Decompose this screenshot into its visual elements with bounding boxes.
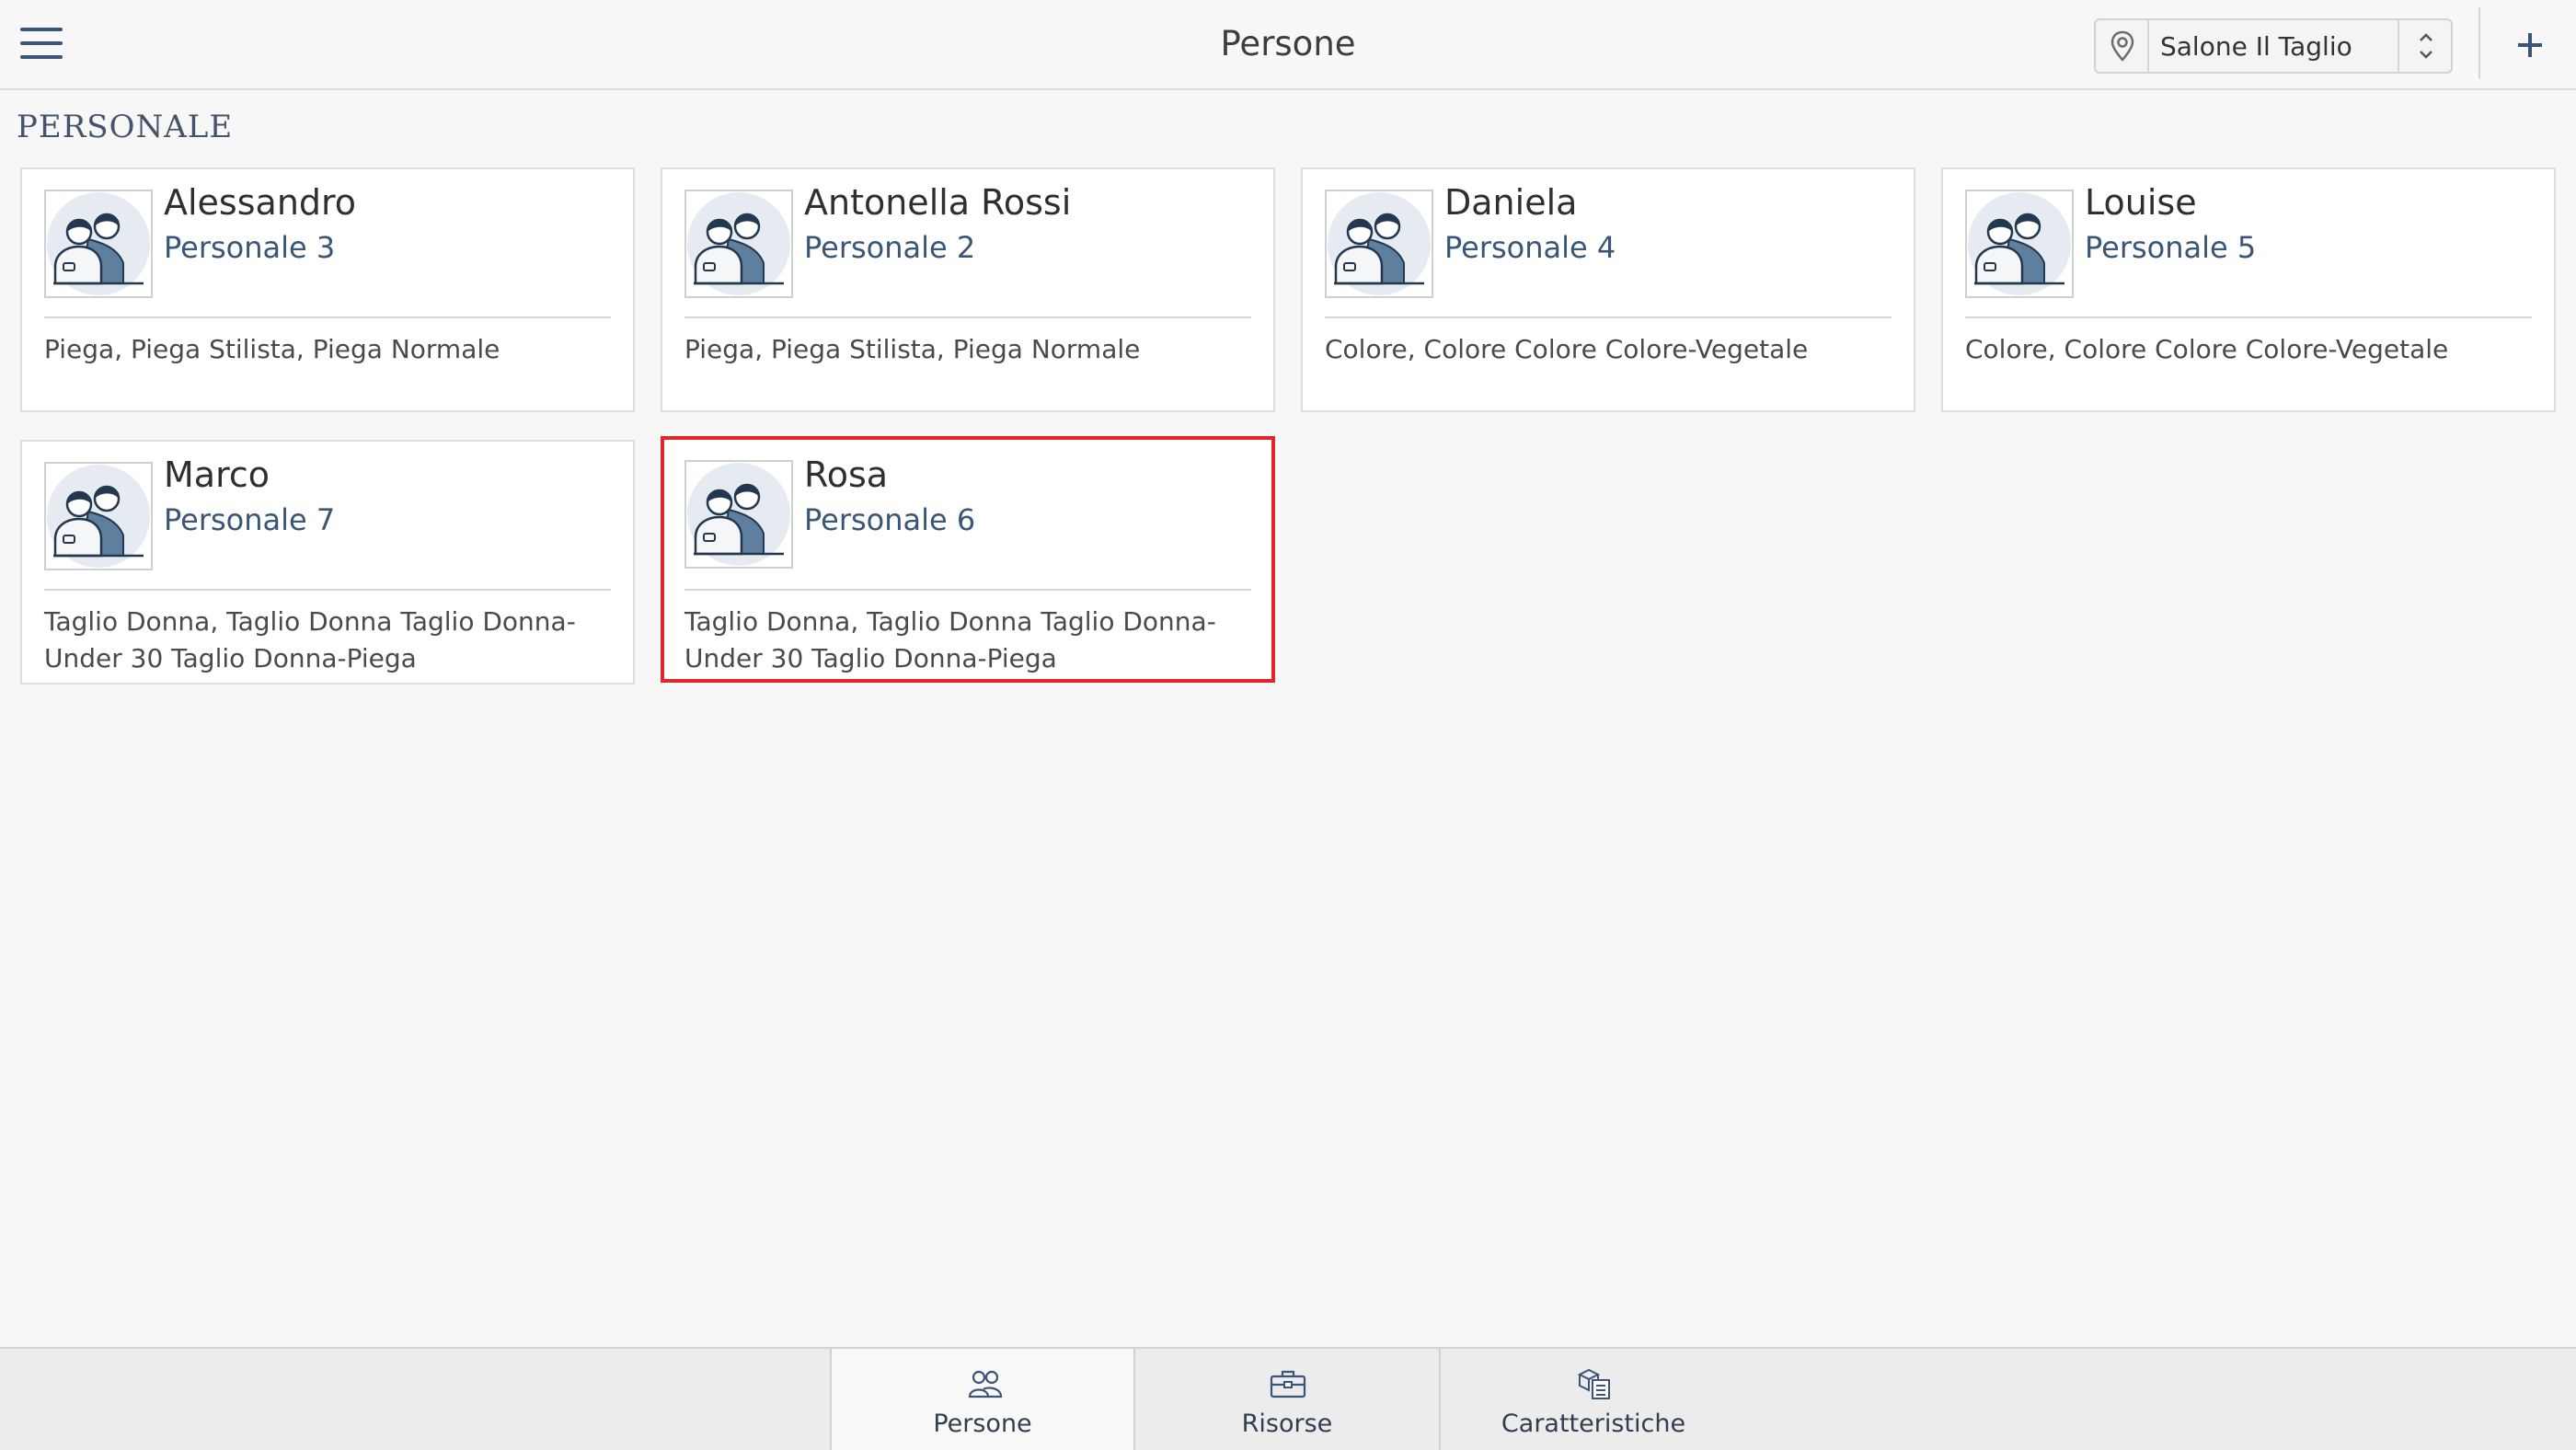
- staff-services: Colore, Colore Colore Colore-Vegetale: [1965, 334, 2449, 364]
- staff-services: Taglio Donna, Taglio Donna Taglio Donna-…: [44, 606, 576, 673]
- hamburger-menu-icon[interactable]: [20, 28, 63, 61]
- staff-services: Piega, Piega Stilista, Piega Normale: [684, 334, 1141, 364]
- toolbox-icon: [1268, 1365, 1308, 1402]
- staff-name: Alessandro: [164, 182, 357, 223]
- card-divider: [684, 316, 1251, 318]
- add-icon[interactable]: [2501, 18, 2559, 72]
- staff-card[interactable]: Alessandro Personale 3 Piega, Piega Stil…: [20, 167, 635, 412]
- staff-services: Colore, Colore Colore Colore-Vegetale: [1325, 334, 1809, 364]
- staff-card-selected[interactable]: Rosa Personale 6 Taglio Donna, Taglio Do…: [661, 436, 1275, 683]
- staff-avatar-icon: [44, 190, 153, 298]
- people-icon: [965, 1365, 1006, 1402]
- staff-services: Piega, Piega Stilista, Piega Normale: [44, 334, 500, 364]
- features-icon: [1574, 1365, 1615, 1402]
- card-divider: [1965, 316, 2532, 318]
- tab-caratteristiche[interactable]: Caratteristiche: [1439, 1349, 1746, 1450]
- staff-role: Personale 4: [1444, 230, 1616, 265]
- bottom-tab-bar: Persone Risorse Caratteristiche: [0, 1347, 2576, 1450]
- staff-avatar-icon: [684, 460, 793, 569]
- staff-avatar-icon: [1965, 190, 2074, 298]
- staff-card[interactable]: Marco Personale 7 Taglio Donna, Taglio D…: [20, 440, 635, 685]
- tab-label: Persone: [933, 1410, 1032, 1438]
- tab-risorse[interactable]: Risorse: [1133, 1349, 1439, 1450]
- staff-card[interactable]: Antonella Rossi Personale 2 Piega, Piega…: [661, 167, 1275, 412]
- location-select-value: Salone Il Taglio: [2160, 31, 2352, 62]
- top-bar: Persone Salone Il Taglio: [0, 0, 2576, 90]
- staff-avatar-icon: [44, 462, 153, 570]
- section-title: PERSONALE: [17, 109, 234, 145]
- card-divider: [44, 316, 611, 318]
- tab-label: Risorse: [1241, 1410, 1333, 1438]
- tab-label: Caratteristiche: [1501, 1410, 1686, 1438]
- card-divider: [44, 589, 611, 591]
- header-divider: [2478, 7, 2480, 79]
- staff-avatar-icon: [684, 190, 793, 298]
- staff-services: Taglio Donna, Taglio Donna Taglio Donna-…: [684, 606, 1216, 673]
- staff-name: Daniela: [1444, 182, 1578, 223]
- staff-role: Personale 5: [2085, 230, 2257, 265]
- staff-name: Louise: [2085, 182, 2197, 223]
- staff-card[interactable]: Daniela Personale 4 Colore, Colore Color…: [1301, 167, 1915, 412]
- staff-name: Antonella Rossi: [804, 182, 1072, 223]
- tab-persone[interactable]: Persone: [830, 1349, 1133, 1450]
- location-pin-icon: [2096, 20, 2149, 72]
- card-divider: [1325, 316, 1892, 318]
- staff-role: Personale 6: [804, 502, 976, 537]
- staff-name: Marco: [164, 455, 270, 495]
- staff-role: Personale 3: [164, 230, 336, 265]
- card-divider: [684, 589, 1251, 591]
- chevron-up-down-icon[interactable]: [2398, 20, 2451, 72]
- staff-role: Personale 7: [164, 502, 336, 537]
- staff-card[interactable]: Louise Personale 5 Colore, Colore Colore…: [1941, 167, 2556, 412]
- staff-role: Personale 2: [804, 230, 976, 265]
- staff-name: Rosa: [804, 455, 889, 495]
- staff-avatar-icon: [1325, 190, 1433, 298]
- location-select[interactable]: Salone Il Taglio: [2094, 18, 2453, 74]
